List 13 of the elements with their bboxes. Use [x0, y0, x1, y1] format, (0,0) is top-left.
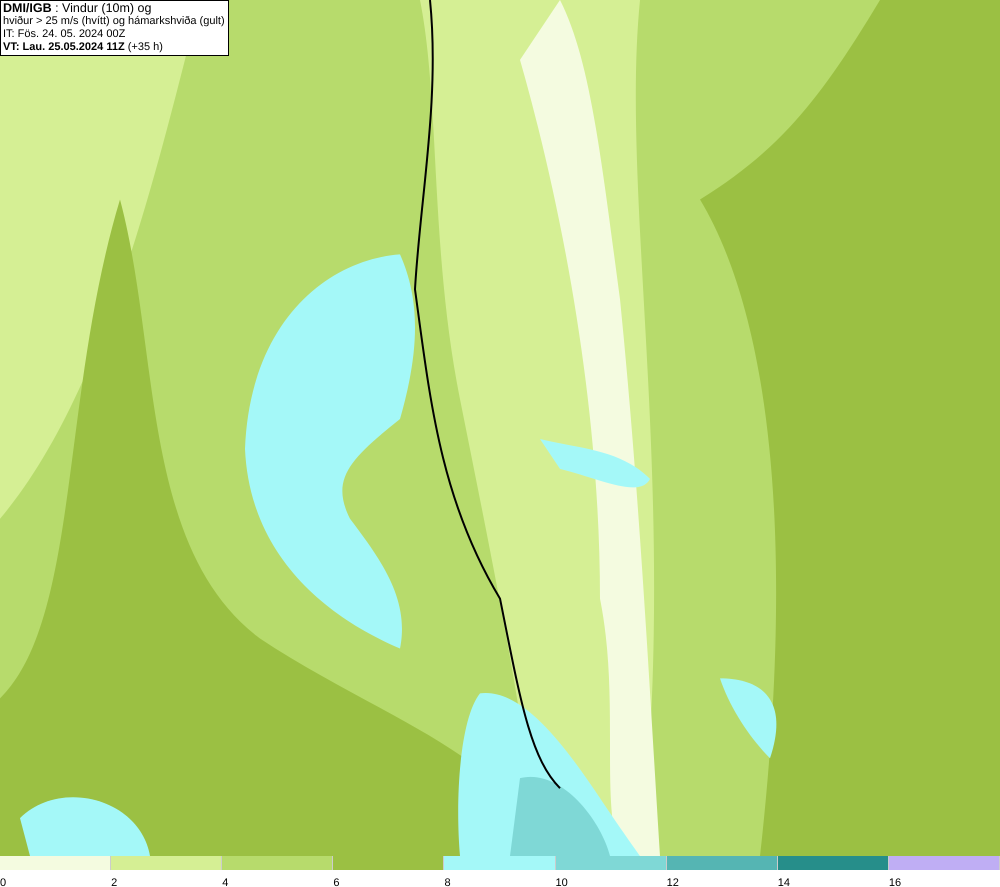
info-line: IT: Fös. 24. 05. 2024 00Z: [3, 28, 126, 41]
legend-label: 4: [222, 877, 228, 887]
info-line: DMI/IGB : Vindur (10m) og: [3, 2, 152, 15]
legend-label: 12: [666, 877, 679, 887]
legend-label: 8: [444, 877, 451, 887]
legend-label: 14: [778, 877, 790, 887]
legend-label: 16: [888, 877, 902, 887]
legend-label: 6: [333, 877, 340, 887]
legend-label: 0: [0, 877, 6, 887]
legend-label: 2: [111, 877, 118, 887]
info-line: hviður > 25 m/s (hvítt) og hámarkshviða (gult): [3, 15, 225, 28]
legend-label: 10: [556, 877, 568, 887]
info-line: VT: Lau. 25.05.2024 11Z (+35 h): [3, 41, 164, 54]
